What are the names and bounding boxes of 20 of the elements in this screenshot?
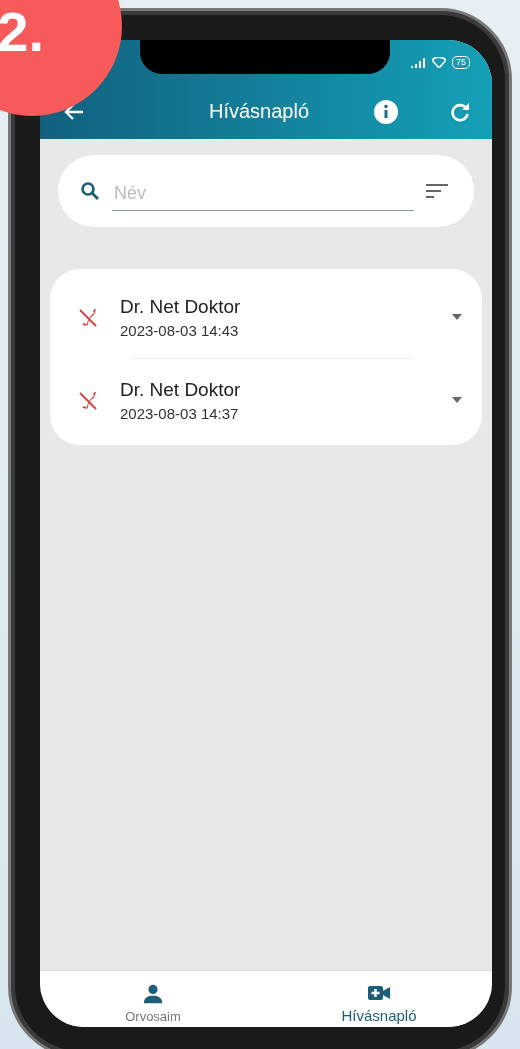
battery-level: 75 <box>452 55 470 69</box>
screen-title: Hívásnapló <box>207 100 311 123</box>
sort-icon[interactable] <box>426 184 448 198</box>
call-time: 2023-08-03 14:37 <box>120 404 240 422</box>
nav-tab[interactable]: Orvosaim <box>40 971 266 1027</box>
wifi-icon <box>432 56 446 68</box>
search-icon <box>80 181 100 201</box>
name-input[interactable]: Név <box>112 177 414 211</box>
caller-name: Dr. Net Doktor <box>120 378 242 401</box>
search-field[interactable]: Név <box>58 155 474 227</box>
call-time: 2023-08-03 14:43 <box>120 321 240 339</box>
caret-icon[interactable] <box>452 397 462 403</box>
refresh-icon[interactable] <box>450 101 470 122</box>
caller-name: Dr. Net Doktor <box>120 295 242 318</box>
nav-tab[interactable]: Hívásnapló <box>266 971 492 1027</box>
caret-icon[interactable] <box>452 314 462 320</box>
video-plus-icon <box>367 983 391 1003</box>
person-icon <box>142 983 164 1005</box>
signal-icon <box>410 56 426 68</box>
info-icon[interactable] <box>374 99 398 124</box>
